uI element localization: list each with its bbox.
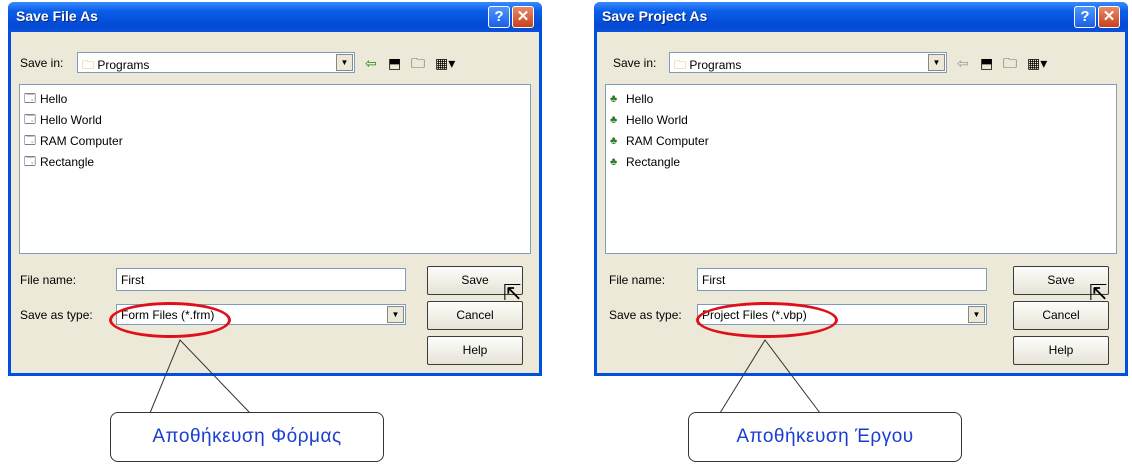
callout-save-project: Αποθήκευση Έργου (688, 412, 962, 462)
callout-pointers (149, 339, 821, 414)
callout-save-form: Αποθήκευση Φόρμας (110, 412, 384, 462)
